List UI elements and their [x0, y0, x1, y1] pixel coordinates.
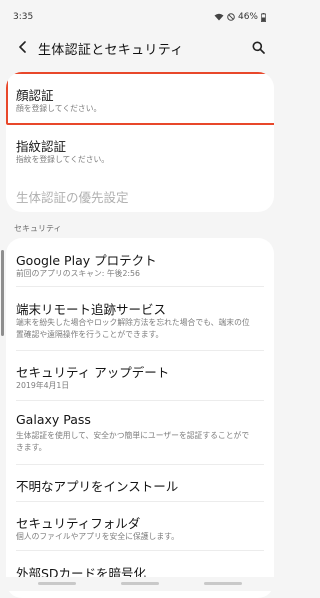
app-bar: 生体認証とセキュリティ: [0, 32, 280, 62]
google-play-protect-subtitle: 前回のアプリのスキャン: 午後2:56: [16, 269, 140, 278]
security-update-date: 2019年4月1日: [16, 381, 70, 390]
page-title: 生体認証とセキュリティ: [38, 43, 184, 58]
status-time: 3:35: [13, 12, 34, 22]
install-unknown-apps-item[interactable]: 不明なアプリをインストール: [6, 465, 274, 501]
search-icon: [252, 41, 265, 54]
find-my-mobile-subtitle: 端末を紛失した場合やロック解除方法を忘れた場合でも、端末の位置確認や遠隔操作を行…: [16, 318, 250, 339]
wifi-icon: [214, 13, 224, 21]
face-recognition-title: 顔認証: [16, 88, 54, 103]
fingerprint-item[interactable]: 指紋認証 指紋を登録してください。: [6, 126, 274, 174]
fingerprint-subtitle: 指紋を登録してください。: [16, 155, 110, 164]
fingerprint-title: 指紋認証: [16, 139, 67, 154]
battery-percent: 46%: [237, 12, 258, 22]
find-my-mobile-title: 端末リモート追跡サービス: [16, 302, 167, 317]
security-section-header: セキュリティ: [14, 224, 62, 233]
search-button[interactable]: [248, 37, 268, 57]
security-card: Google Play プロテクト 前回のアプリのスキャン: 午後2:56 端末…: [6, 238, 274, 598]
battery-icon: [261, 12, 266, 22]
secure-folder-title: セキュリティフォルダ: [16, 516, 141, 531]
find-my-mobile-item[interactable]: 端末リモート追跡サービス 端末を紛失した場合やロック解除方法を忘れた場合でも、端…: [6, 287, 274, 349]
security-update-item[interactable]: セキュリティ アップデート 2019年4月1日: [6, 351, 274, 399]
do-not-disturb-icon: [227, 13, 235, 21]
galaxy-pass-subtitle: 生体認証を使用して、安全かつ簡単にユーザーを認証することができます。: [16, 431, 250, 452]
secure-folder-subtitle: 個人のファイルやアプリを安全に保護します。: [16, 532, 179, 541]
install-unknown-apps-title: 不明なアプリをインストール: [16, 479, 179, 494]
scrollbar[interactable]: [1, 250, 4, 336]
nav-hint-center: [121, 582, 159, 585]
nav-hint-left: [38, 582, 76, 585]
galaxy-pass-title: Galaxy Pass: [16, 412, 91, 427]
biometric-priority-item: 生体認証の優先設定: [6, 176, 274, 210]
biometric-priority-title: 生体認証の優先設定: [16, 190, 129, 205]
face-recognition-item[interactable]: 顔認証 顔を登録してください。: [6, 72, 274, 125]
galaxy-pass-item[interactable]: Galaxy Pass 生体認証を使用して、安全かつ簡単にユーザーを認証すること…: [6, 401, 274, 463]
secure-folder-item[interactable]: セキュリティフォルダ 個人のファイルやアプリを安全に保護します。: [6, 502, 274, 550]
google-play-protect-item[interactable]: Google Play プロテクト 前回のアプリのスキャン: 午後2:56: [6, 238, 274, 286]
status-bar: 3:35 46%: [0, 0, 280, 32]
navigation-bar: [0, 577, 280, 591]
google-play-protect-title: Google Play プロテクト: [16, 253, 157, 268]
nav-hint-right: [204, 582, 242, 585]
face-recognition-subtitle: 顔を登録してください。: [16, 104, 102, 113]
back-arrow-icon: [19, 41, 26, 53]
security-update-title: セキュリティ アップデート: [16, 365, 170, 380]
back-button[interactable]: [13, 36, 33, 58]
biometrics-card: 顔認証 顔を登録してください。 指紋認証 指紋を登録してください。 生体認証の優…: [6, 72, 274, 212]
status-icons: 46%: [214, 12, 266, 22]
